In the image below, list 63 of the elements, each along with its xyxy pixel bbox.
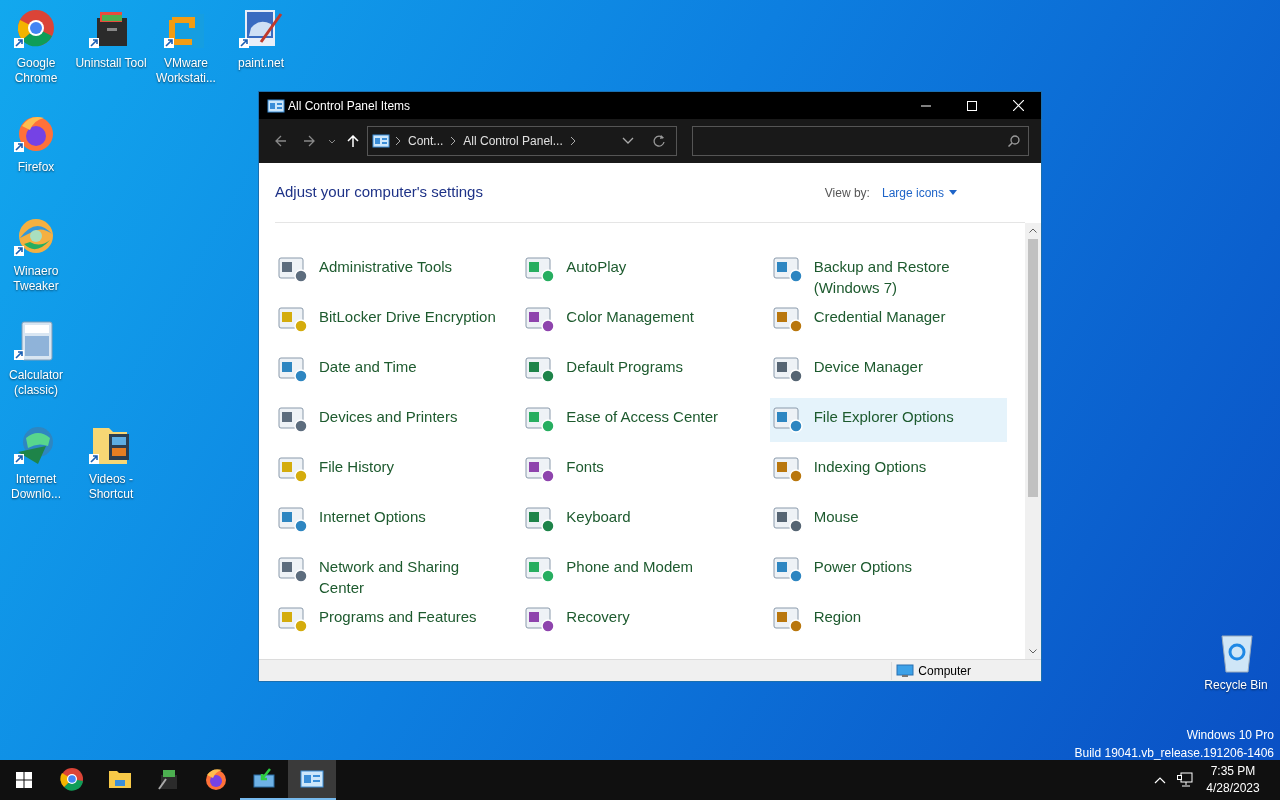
- forward-icon: [303, 135, 315, 147]
- control-panel-item[interactable]: Network and Sharing Center: [275, 548, 513, 592]
- windows-icon: [16, 772, 32, 788]
- fox-globe-icon: [204, 767, 228, 791]
- edition-text: Build 19041.vb_release.191206-1406: [1074, 745, 1274, 762]
- control-panel-icon: [372, 133, 390, 149]
- control-panel-item[interactable]: BitLocker Drive Encryption: [275, 298, 513, 342]
- control-panel-item[interactable]: Internet Options: [275, 498, 513, 542]
- control-panel-item[interactable]: Date and Time: [275, 348, 513, 392]
- refresh-icon[interactable]: [652, 134, 666, 148]
- breadcrumb[interactable]: Cont...: [406, 132, 446, 150]
- dropdown-icon[interactable]: [622, 137, 634, 145]
- control-panel-item[interactable]: Device Manager: [769, 348, 1007, 392]
- control-panel-item[interactable]: Mouse: [769, 498, 1007, 542]
- status-location: Computer: [918, 662, 971, 680]
- control-panel-icon: [267, 97, 285, 114]
- page-heading: Adjust your computer's settings: [275, 182, 484, 203]
- control-panel-item[interactable]: File History: [275, 448, 513, 492]
- cabinet-icon: [156, 767, 180, 791]
- control-panel-item[interactable]: Ease of Access Center: [522, 398, 760, 442]
- window-title: All Control Panel Items: [288, 97, 412, 115]
- control-panel-item[interactable]: File Explorer Options: [769, 398, 1007, 442]
- monitor-icon: [896, 663, 915, 678]
- view-by-dropdown[interactable]: Large icons: [881, 183, 957, 202]
- back-icon: [275, 135, 287, 147]
- circle-icon: [60, 767, 84, 791]
- control-panel-item[interactable]: Phone and Modem: [522, 548, 760, 592]
- desktop-icon-label[interactable]: Recycle Bin: [1204, 678, 1268, 693]
- maximize-icon: [967, 100, 977, 111]
- control-panel-item[interactable]: Region: [769, 598, 1007, 642]
- scroll-down-icon: [1029, 649, 1037, 654]
- search-field[interactable]: [692, 126, 1029, 156]
- scrollbar[interactable]: [1025, 223, 1041, 659]
- network-icon: [1177, 772, 1193, 788]
- control-panel-item[interactable]: Default Programs: [522, 348, 760, 392]
- clock[interactable]: 7:35 PM 4/28/2023: [1198, 760, 1268, 800]
- chevron-icon: [568, 136, 577, 146]
- chevron-icon: [449, 136, 458, 146]
- up-icon: [347, 135, 359, 147]
- control-panel-item[interactable]: Power Options: [769, 548, 1007, 592]
- control-panel-item[interactable]: AutoPlay: [522, 248, 760, 292]
- taskbar-button[interactable]: [288, 760, 336, 800]
- control-panel-item[interactable]: Credential Manager: [769, 298, 1007, 342]
- caret-icon: [949, 190, 957, 195]
- view-by-label: View by:: [824, 184, 870, 202]
- control-panel-item[interactable]: Devices and Printers: [275, 398, 513, 442]
- control-panel-item[interactable]: Color Management: [522, 298, 760, 342]
- control-panel-item[interactable]: Indexing Options: [769, 448, 1007, 492]
- control-panel-item[interactable]: Recovery: [522, 598, 760, 642]
- search-icon: [1008, 135, 1020, 147]
- close-icon: [1012, 100, 1024, 111]
- scroll-up-icon: [1029, 228, 1037, 233]
- control-panel-item[interactable]: Programs and Features: [275, 598, 513, 642]
- chevron-up-icon: [1154, 776, 1166, 784]
- control-panel-item[interactable]: Keyboard: [522, 498, 760, 542]
- edition-text: Windows 10 Pro: [1186, 727, 1274, 744]
- breadcrumb[interactable]: All Control Panel...: [461, 132, 565, 150]
- control-panel-icon: [300, 767, 324, 791]
- chevron-icon: [394, 136, 402, 146]
- control-panel-item[interactable]: Administrative Tools: [275, 248, 513, 292]
- control-panel-item[interactable]: Fonts: [522, 448, 760, 492]
- monitor-arrow-icon: [252, 767, 276, 791]
- address-bar[interactable]: Cont... All Control Panel...: [367, 126, 677, 156]
